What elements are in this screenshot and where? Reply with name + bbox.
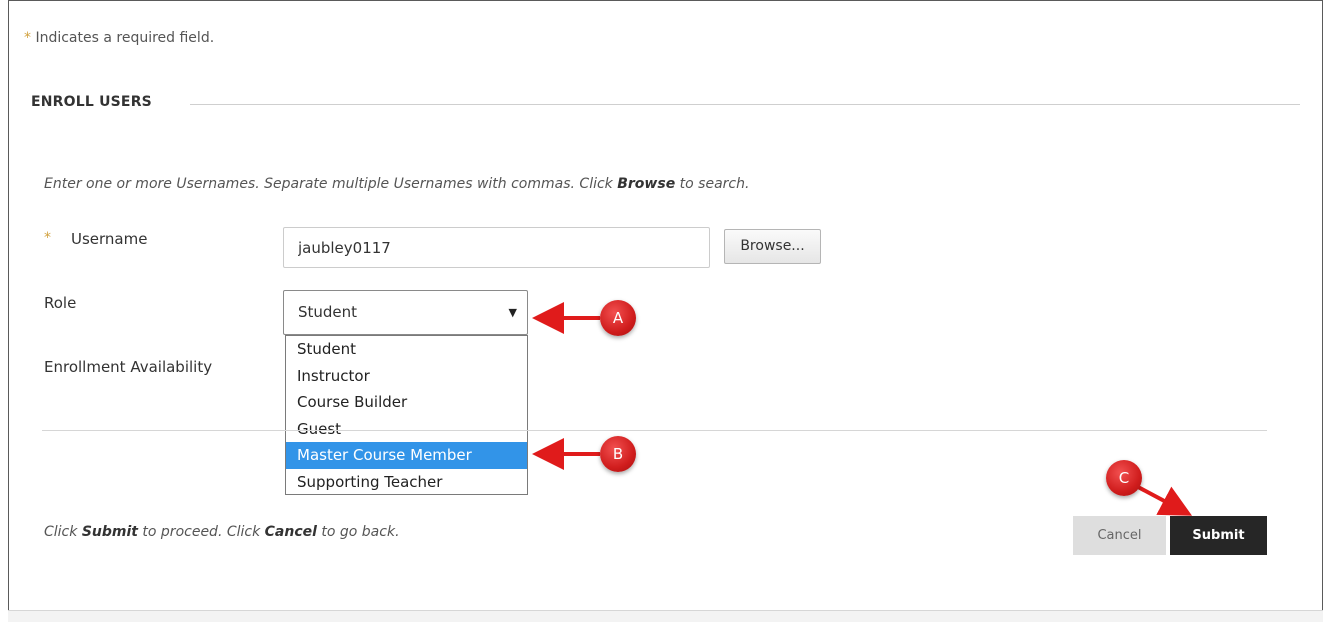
instructions-pre: Enter one or more Usernames. Separate mu… <box>44 176 618 192</box>
footer-post: to go back. <box>316 524 400 540</box>
role-option-guest[interactable]: Guest <box>286 416 527 443</box>
form-divider <box>42 430 1267 431</box>
footer-note: Click Submit to proceed. Click Cancel to… <box>44 524 400 540</box>
role-option-course-builder[interactable]: Course Builder <box>286 389 527 416</box>
callout-c-badge: C <box>1106 460 1142 496</box>
section-rule <box>190 104 1300 105</box>
role-option-instructor[interactable]: Instructor <box>286 363 527 390</box>
footer-submit-word: Submit <box>81 524 138 540</box>
footer-cancel-word: Cancel <box>264 524 317 540</box>
role-option-student[interactable]: Student <box>286 336 527 363</box>
browse-button[interactable]: Browse... <box>724 229 821 264</box>
username-required-star-icon: * <box>44 230 51 246</box>
username-label: Username <box>71 230 148 248</box>
footer-mid: to proceed. Click <box>137 524 265 540</box>
cancel-button[interactable]: Cancel <box>1073 516 1166 555</box>
submit-button[interactable]: Submit <box>1170 516 1267 555</box>
role-dropdown-list: Student Instructor Course Builder Guest … <box>285 335 528 495</box>
instructions-browse-word: Browse <box>617 176 676 192</box>
footer-pre: Click <box>44 524 82 540</box>
role-select-value: Student <box>298 303 358 321</box>
bottom-strip <box>8 610 1323 622</box>
required-star-icon: * <box>24 30 31 46</box>
role-option-supporting-teacher[interactable]: Supporting Teacher <box>286 469 527 496</box>
username-input[interactable] <box>283 227 710 268</box>
required-note-text: Indicates a required field. <box>35 30 215 46</box>
section-title: ENROLL USERS <box>31 94 152 110</box>
instructions-post: to search. <box>675 176 750 192</box>
enroll-instructions: Enter one or more Usernames. Separate mu… <box>44 176 749 192</box>
required-field-note: * Indicates a required field. <box>24 30 214 46</box>
callout-b-badge: B <box>600 436 636 472</box>
role-label: Role <box>44 294 77 312</box>
role-option-master-course-member[interactable]: Master Course Member <box>286 442 527 469</box>
callout-a-badge: A <box>600 300 636 336</box>
dropdown-caret-icon: ▼ <box>508 306 517 319</box>
enrollment-availability-label: Enrollment Availability <box>44 358 213 376</box>
role-select[interactable]: Student ▼ <box>283 290 528 335</box>
